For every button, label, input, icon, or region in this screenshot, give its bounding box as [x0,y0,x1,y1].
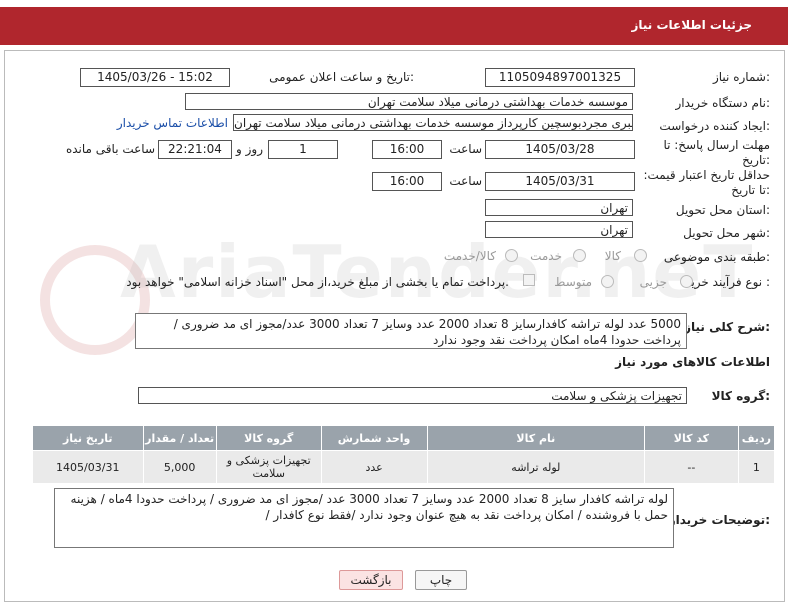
cell-date: 1405/03/31 [32,450,144,484]
cell-row: 1 [737,450,776,484]
validity-label: حداقل تاریخ اعتبار قیمت: تا تاریخ: [643,168,770,197]
validity-time-label: ساعت [449,174,482,188]
col-unit: واحد شمارش [320,425,428,451]
category-goods-label: کالا [604,249,621,263]
process-minor-radio[interactable] [680,275,693,288]
cell-group: تجهیزات پزشکی و سلامت [215,450,322,484]
buyer-contact-link[interactable]: اطلاعات تماس خریدار [117,116,228,130]
deadline-time-label: ساعت [449,142,482,156]
treasury-payment-note: پرداخت تمام یا بخشی از مبلغ خرید،از محل … [126,275,509,289]
process-label: نوع فرآیند خرید : [685,275,770,289]
col-group: گروه کالا [215,425,322,451]
buyer-org-label: نام دستگاه خریدار: [675,96,771,110]
cell-name: لوله تراشه [426,450,646,484]
category-service-radio[interactable] [573,249,586,262]
buyer-notes-field: لوله تراشه کافدار سایز 8 تعداد 2000 عدد … [54,488,674,548]
page-title: جزئیات اطلاعات نیاز [631,18,752,32]
validity-time-field: 16:00 [372,172,442,191]
deadline-label: مهلت ارسال پاسخ: تا تاریخ: [663,138,770,167]
announce-field: 1405/03/26 - 15:02 [80,68,230,87]
col-row: ردیف [737,425,776,451]
table-header-row: ردیف کد کالا نام کالا واحد شمارش گروه کا… [32,425,776,451]
col-name: نام کالا [426,425,646,451]
days-label: روز و [236,142,263,156]
buyer-notes-label: توضیحات خریدار: [668,513,770,527]
print-button[interactable]: چاپ [415,570,467,590]
goods-group-label: گروه کالا: [711,389,770,403]
category-label: طبقه بندی موضوعی: [663,250,770,264]
goods-info-title: اطلاعات کالاهای مورد نیاز [615,355,770,369]
days-field: 1 [268,140,338,159]
category-goods-radio[interactable] [634,249,647,262]
deadline-time-field: 16:00 [372,140,442,159]
col-code: کد کالا [644,425,739,451]
treasury-payment-checkbox[interactable] [523,274,535,286]
col-quantity: تعداد / مقدار [142,425,217,451]
remaining-label: ساعت باقی مانده [65,142,155,156]
process-minor-label: جزیی [639,275,667,289]
requester-label: ایجاد کننده درخواست: [659,119,770,133]
description-label: شرح کلی نیاز: [684,320,770,334]
cell-unit: عدد [320,450,428,484]
cell-quantity: 5,000 [142,450,217,484]
city-field: تهران [485,221,633,238]
need-number-label: شماره نیاز: [712,70,770,84]
col-date: تاریخ نیاز [32,425,144,451]
watermark-text: AriaTender.neT [120,230,755,314]
validity-date-field: 1405/03/31 [485,172,635,191]
description-field: 5000 عدد لوله تراشه کافدارسایز 8 تعداد 2… [135,313,687,349]
process-medium-radio[interactable] [601,275,614,288]
province-label: استان محل تحویل: [675,203,770,217]
goods-table: ردیف کد کالا نام کالا واحد شمارش گروه کا… [32,425,776,484]
announce-label: تاریخ و ساعت اعلان عمومی: [269,70,414,84]
cell-code: -- [644,450,739,484]
requester-field: بهنام قنبری مجردبوسچین کارپرداز موسسه خد… [233,114,633,131]
category-both-label: کالا/خدمت [443,249,496,263]
need-number-field: 1105094897001325 [485,68,635,87]
table-row: 1 -- لوله تراشه عدد تجهیزات پزشکی و سلام… [32,450,776,484]
category-service-label: خدمت [530,249,562,263]
back-button[interactable]: بازگشت [339,570,403,590]
deadline-date-field: 1405/03/28 [485,140,635,159]
category-both-radio[interactable] [505,249,518,262]
province-field: تهران [485,199,633,216]
remaining-time-field: 22:21:04 [158,140,232,159]
goods-group-field: تجهیزات پزشکی و سلامت [138,387,687,404]
buyer-org-field: موسسه خدمات بهداشتی درمانی میلاد سلامت ت… [185,93,633,110]
city-label: شهر محل تحویل: [683,226,770,240]
process-medium-label: متوسط [554,275,592,289]
